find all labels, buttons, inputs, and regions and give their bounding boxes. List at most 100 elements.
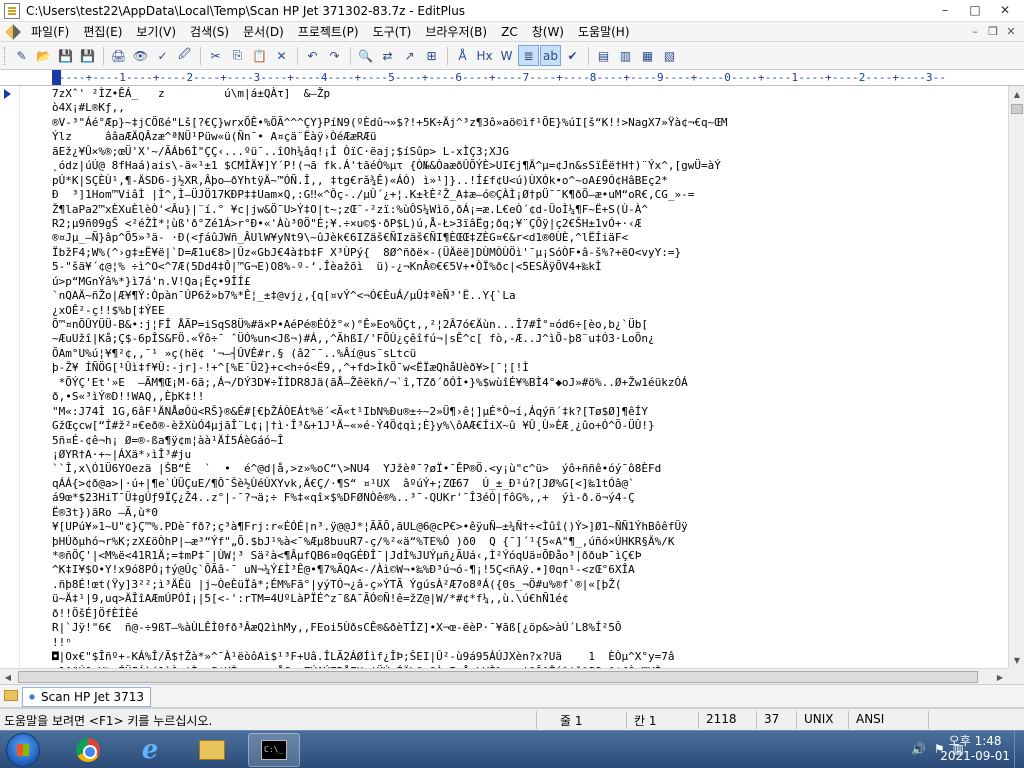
editor-line[interactable]: `nQAÄ~ñŽo|Æ¥¶Ý:Òpàn¯ÚP6ž»b7%*Ê¦_±‡@vj¿,{… xyxy=(52,289,1002,303)
editor-line[interactable]: ~ÆuUžî|Kå;Ç$-6pÎS&FÖ.«Ÿô÷¯ ˆÜÓ%un<Jß¬)#Á… xyxy=(52,332,1002,346)
menu-edit[interactable]: 편집(E) xyxy=(76,22,129,42)
editor-line[interactable]: pÚ*K|SÇÈÙ¹,¶-ÄSD6-j½XR,Âþo—ðYhtÿÄ~™ÓÑ.Î,… xyxy=(52,174,1002,188)
volume-icon[interactable]: 🔊 xyxy=(911,742,926,756)
edit-icon[interactable]: 🖉 xyxy=(174,45,195,66)
save-icon[interactable]: 💾 xyxy=(55,45,76,66)
editor-line[interactable]: Ð ³]1Hom™ViâÌ |Ì^,Ì—ÜJÖ17KÐP‡‡Uam×Q,:G‼«… xyxy=(52,188,1002,202)
editor-line[interactable]: Õ™¤nÕÛYÜÜ-B&•:j¦FÎ ÅÃP=iSqS8Ü%#ä×P•AéPé®… xyxy=(52,318,1002,332)
editor-line[interactable]: Ýlz ââaÆÄQÂzæ^ªNÜ¹Püw«ü(Ñn¯• A¤çä¨Ëàÿ›Òé… xyxy=(52,130,1002,144)
editor-line[interactable]: ¡ØYR†A·+~|ÁXä*›ìÎ³#ju xyxy=(52,448,1002,462)
undo-icon[interactable]: ↶ xyxy=(302,45,323,66)
document-tab[interactable]: Scan HP Jet 3713 xyxy=(22,687,152,707)
editor-line[interactable]: *ÕÝÇ'Et'»E —ÃM¶Œ¡M-6ã;,Á¬/DÝ3D¥÷ÏÌDR8Jä(… xyxy=(52,376,1002,390)
scroll-down-icon[interactable]: ▼ xyxy=(1009,652,1024,668)
close-icon[interactable]: ✕ xyxy=(990,0,1020,20)
mdi-minimize-icon[interactable]: – xyxy=(966,22,984,42)
taskbar-clock[interactable]: 오후 1:48 2021-09-01 xyxy=(940,734,1010,764)
editor-line[interactable]: ò4X¡#L®Kƒ,, xyxy=(52,101,1002,115)
editor-line[interactable]: ``Î,x\Ó1Ü6YOezä |ŠB“È ` • é^@d|å,>z»%oC“… xyxy=(52,462,1002,476)
print-preview-icon[interactable]: 👁 xyxy=(130,45,151,66)
new-file-icon[interactable]: ✎ xyxy=(11,45,32,66)
status-line-ending[interactable]: UNIX xyxy=(804,712,834,726)
save-all-icon[interactable]: 💾 xyxy=(77,45,98,66)
taskbar-explorer[interactable] xyxy=(186,733,238,767)
cut-icon[interactable]: ✂ xyxy=(205,45,226,66)
vertical-scrollbar[interactable]: ▲ ▼ xyxy=(1008,86,1024,668)
menu-browser[interactable]: 브라우저(B) xyxy=(418,22,494,42)
editor-line[interactable]: þ-Ž¥ ÍÑÖG[¹Ûì‡f¥Û:-jr]-!+^[%E¯Ü2}+c<h÷ó<… xyxy=(52,361,1002,375)
paste-icon[interactable]: 📋 xyxy=(249,45,270,66)
menu-zc[interactable]: ZC xyxy=(494,22,525,42)
spellcheck-icon[interactable]: ✓ xyxy=(152,45,173,66)
window-cascade-icon[interactable]: ▥ xyxy=(615,45,636,66)
editor-line[interactable]: ¿xOÊ²-ç!!$%b[‡ÝEE xyxy=(52,304,1002,318)
editor-line[interactable]: .ñþ8É!œt(Ÿy]3²²;ì³ÄÊü |j~ÒeÈüÏâ*;ÉM%Fã°|… xyxy=(52,578,1002,592)
start-button[interactable] xyxy=(6,733,40,767)
editor-line[interactable]: !!ⁿ xyxy=(52,636,1002,650)
font-icon[interactable]: Å xyxy=(452,45,473,66)
menu-document[interactable]: 문서(D) xyxy=(236,22,291,42)
editor-line[interactable]: *®ñÖÇ'|<M%ë<41R1Ä;=‡mP‡¯|ÙW¦³ Sä²à<¶ÂµfQ… xyxy=(52,549,1002,563)
editplus-app-icon[interactable] xyxy=(4,2,20,19)
maximize-icon[interactable]: □ xyxy=(960,0,990,20)
editor-line[interactable]: ◘|Ox€"$Îñº+-KÁ%Î/Ã$†Žà*»^¯À¹ëòôAì$¹³F+Uâ… xyxy=(52,650,1002,664)
editor-line[interactable]: GžŒçcw[“Í#ž²¤€eð®-èžXùÓ4µjãÎ¨L¢¡|†ì·Î³&+… xyxy=(52,419,1002,433)
copy-icon[interactable]: ⎘ xyxy=(227,45,248,66)
editor-line[interactable]: á9œ*$23HiT¯Ü‡gÚƒ9ÏÇ¿Ž4..z°|-¯?¬ä;÷ F%‡«q… xyxy=(52,491,1002,505)
replace-icon[interactable]: ⇄ xyxy=(377,45,398,66)
show-desktop-button[interactable] xyxy=(1014,731,1024,768)
menu-help[interactable]: 도움말(H) xyxy=(571,22,637,42)
editor-line[interactable]: 5-"šä¥´¢@¦% ÷ì^O<^7Æ(5Dd4‡Ô|™G¬E)O8%-º-‘… xyxy=(52,260,1002,274)
toolbar-grip[interactable] xyxy=(4,46,7,65)
editor-lines[interactable]: 7zXˆ' ²ÌZ•ÊÁ_ z ú\m|á±QÀτ] &–Žp ò4X¡#L®K… xyxy=(52,87,1002,668)
status-encoding[interactable]: ANSI xyxy=(856,712,884,726)
scroll-right-icon[interactable]: ▶ xyxy=(992,669,1008,685)
editor-line[interactable]: ®¤Jµ_—Ñ}âp^Õ5»³ä- ·Ð(<ƒáûJWñ_ÂUlW¥yNt9\~… xyxy=(52,231,1002,245)
editor-line[interactable]: ®V-³"Áé°Æp}~‡jCÖßé"Lš[?€Ç}wrxÕÊ•%ÖÃ^^^ÇY… xyxy=(52,116,1002,130)
window-tile-icon[interactable]: ▤ xyxy=(593,45,614,66)
folder-icon[interactable] xyxy=(4,690,18,701)
editor-line[interactable]: ð,•S«³ìÝ®D!!WAQ,,ÈþK‡!! xyxy=(52,390,1002,404)
editor-line[interactable]: ÕAm°U%ú¦¥¶²¢,,¯¹ »ç(hë¢ '¬—┤ÛVÊ#r.§ (â2¯… xyxy=(52,347,1002,361)
open-folder-icon[interactable]: 📂 xyxy=(33,45,54,66)
horizontal-scroll-thumb[interactable] xyxy=(18,671,978,683)
check-icon[interactable]: ✔ xyxy=(562,45,583,66)
word-wrap-icon[interactable]: W xyxy=(496,45,517,66)
scroll-left-icon[interactable]: ◀ xyxy=(0,669,16,685)
editor-line[interactable]: ^K‡I¥$O•Y!x9ó8PÓ¡†ý@Ûç`ÕÃâ-¯ uN¬¼Ý£Ì³Ê@•… xyxy=(52,563,1002,577)
horizontal-scrollbar[interactable]: ◀ ▶ xyxy=(0,668,1008,684)
find-icon[interactable]: 🔍 xyxy=(355,45,376,66)
menu-file[interactable]: 파일(F) xyxy=(24,22,76,42)
print-icon[interactable]: 🖨 xyxy=(108,45,129,66)
editor-line[interactable]: ¥[UPú¥»1~U"¢}Ç™%.PDè¯fð?;ç³à¶Frj:r«ÉÓÉ|n… xyxy=(52,520,1002,534)
delete-icon[interactable]: ✕ xyxy=(271,45,292,66)
ruler-toggle-icon[interactable]: ≣ xyxy=(518,45,539,66)
editor-line[interactable]: ãEž¿¥Û×%®;œÜ'X'~/ÃÁb6Ì"ÇÇ‹...ºü¯..îOh¼âq… xyxy=(52,145,1002,159)
mdi-close-icon[interactable]: ✕ xyxy=(1002,22,1020,42)
editor-line[interactable]: 7zXˆ' ²ÌZ•ÊÁ_ z ú\m|á±QÀτ] &–Žp xyxy=(52,87,1002,101)
window-close-all-icon[interactable]: ▧ xyxy=(659,45,680,66)
editor-line[interactable]: "M«:J74Ì 1G,6âF¹ÄNÅøÓü<RŠ}®&É#[€þŽÁÒEÁt%… xyxy=(52,405,1002,419)
menu-tools[interactable]: 도구(T) xyxy=(366,22,419,42)
text-editor[interactable]: 7zXˆ' ²ÌZ•ÊÁ_ z ú\m|á±QÀτ] &–Žp ò4X¡#L®K… xyxy=(0,86,1008,668)
editor-line[interactable]: 5ñ¤É-¢ê¬h¡ Ø=®-ßa¶ÿ¢m¦àà¹ÄÍ5ÁèGáó~Î xyxy=(52,434,1002,448)
taskbar-ie[interactable]: e xyxy=(124,733,176,767)
editor-line[interactable]: R|`Jÿ!"6€ ñ@-÷9ßT—%àÙLÊÌ0fð³ÂæQ2ìhMy,,FE… xyxy=(52,621,1002,635)
editor-line[interactable]: ˛ódz|úÚ@ 8fHaá)ais\-ä«¹±1 $CMÌÄ¥]Y´P!(¬ã… xyxy=(52,159,1002,173)
menu-window[interactable]: 창(W) xyxy=(525,22,571,42)
hex-view-icon[interactable]: Hx xyxy=(474,45,495,66)
cliptext-icon[interactable]: ⊞ xyxy=(421,45,442,66)
editor-line[interactable]: ü~Ä‡¹|9,uq>ÄÎîAÆmÚPÓÍ¡|5[<-':rTM=4UºLàPÏ… xyxy=(52,592,1002,606)
menu-project[interactable]: 프로젝트(P) xyxy=(291,22,366,42)
menu-view[interactable]: 보기(V) xyxy=(129,22,183,42)
minimize-icon[interactable]: – xyxy=(930,0,960,20)
editor-line[interactable]: Ë®3t})ãRo —Ã,ù*0 xyxy=(52,506,1002,520)
editor-line[interactable]: R2;µ9ñ09gŠ <²éŽÌ*¦ùß'ð°Zé1Á>r°Ð•«'Àù³0Ö"… xyxy=(52,217,1002,231)
taskbar-cmd[interactable]: C:\_ xyxy=(248,733,300,767)
vertical-scroll-thumb[interactable] xyxy=(1011,104,1023,114)
editor-line[interactable]: ú>p“MGnÝâ%*}ì7á'n.V!Qa¡Ëç•9ÎÍ£ xyxy=(52,275,1002,289)
editor-line[interactable]: ð!!ÖšÉ]ÖfÈÍÈé xyxy=(52,607,1002,621)
line-number-toggle-icon[interactable]: ab xyxy=(540,45,561,66)
editor-line[interactable]: Ž¶laPa2™xÈXuÈlèÒ'<Âu}|¨í.° ¥c|jw&Ö¯U>Ý‡O… xyxy=(52,203,1002,217)
redo-icon[interactable]: ↷ xyxy=(324,45,345,66)
